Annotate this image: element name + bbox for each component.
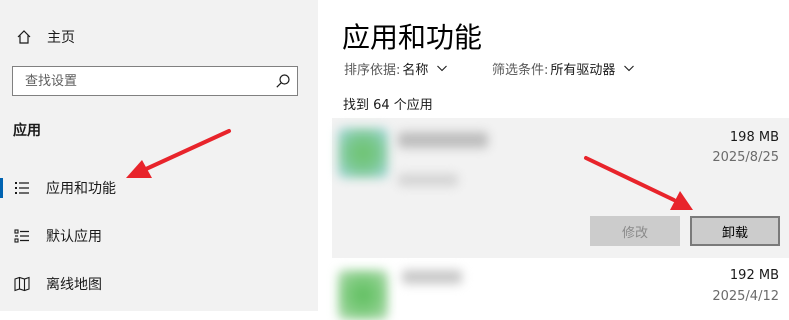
sidebar-item-label: 应用和功能 <box>46 181 116 197</box>
sidebar-item-apps-features[interactable]: 应用和功能 <box>0 168 318 208</box>
modify-button[interactable]: 修改 <box>590 216 680 246</box>
sidebar-item-label: 默认应用 <box>46 229 102 245</box>
settings-nav-pane: 主页 应用 应用和功能 默认应用 离线地图 <box>0 0 318 311</box>
filter-label: 筛选条件: <box>492 62 549 78</box>
sidebar-item-offline-maps[interactable]: 离线地图 <box>0 264 318 304</box>
app-size: 192 MB <box>729 268 779 283</box>
sort-value: 名称 <box>402 62 429 78</box>
active-indicator <box>0 178 3 198</box>
settings-search-input[interactable] <box>13 67 268 95</box>
sort-label: 排序依据: <box>344 62 401 78</box>
home-icon <box>17 30 31 44</box>
chevron-down-icon <box>437 65 448 72</box>
nav-home-label: 主页 <box>47 30 75 46</box>
app-list-item[interactable]: 198 MB 2025/8/25 修改 卸载 <box>332 118 789 258</box>
apps-features-icon <box>15 182 29 194</box>
app-install-date: 2025/4/12 <box>712 289 779 304</box>
page-title: 应用和功能 <box>342 21 483 54</box>
app-name-redacted <box>402 270 462 284</box>
chevron-down-icon <box>624 65 635 72</box>
nav-section-heading: 应用 <box>13 123 41 139</box>
app-icon <box>338 270 388 320</box>
app-install-date: 2025/8/25 <box>712 150 779 165</box>
sort-dropdown[interactable]: 排序依据: 名称 <box>344 58 448 78</box>
filter-dropdown[interactable]: 筛选条件: 所有驱动器 <box>492 58 635 78</box>
search-icon[interactable] <box>275 73 291 89</box>
settings-search-box[interactable] <box>12 66 298 96</box>
app-name-redacted <box>398 132 488 148</box>
offline-maps-icon <box>14 276 30 292</box>
sidebar-item-default-apps[interactable]: 默认应用 <box>0 216 318 256</box>
app-publisher-redacted <box>398 174 458 186</box>
app-icon <box>338 128 388 178</box>
nav-home-link[interactable]: 主页 <box>16 26 75 48</box>
uninstall-button[interactable]: 卸载 <box>690 216 780 246</box>
app-size: 198 MB <box>729 130 779 145</box>
sidebar-item-label: 离线地图 <box>46 277 102 293</box>
app-count-text: 找到 64 个应用 <box>343 98 433 113</box>
app-list-item[interactable]: 192 MB 2025/4/12 <box>332 260 789 320</box>
filter-value: 所有驱动器 <box>550 62 616 78</box>
default-apps-icon <box>14 229 29 243</box>
